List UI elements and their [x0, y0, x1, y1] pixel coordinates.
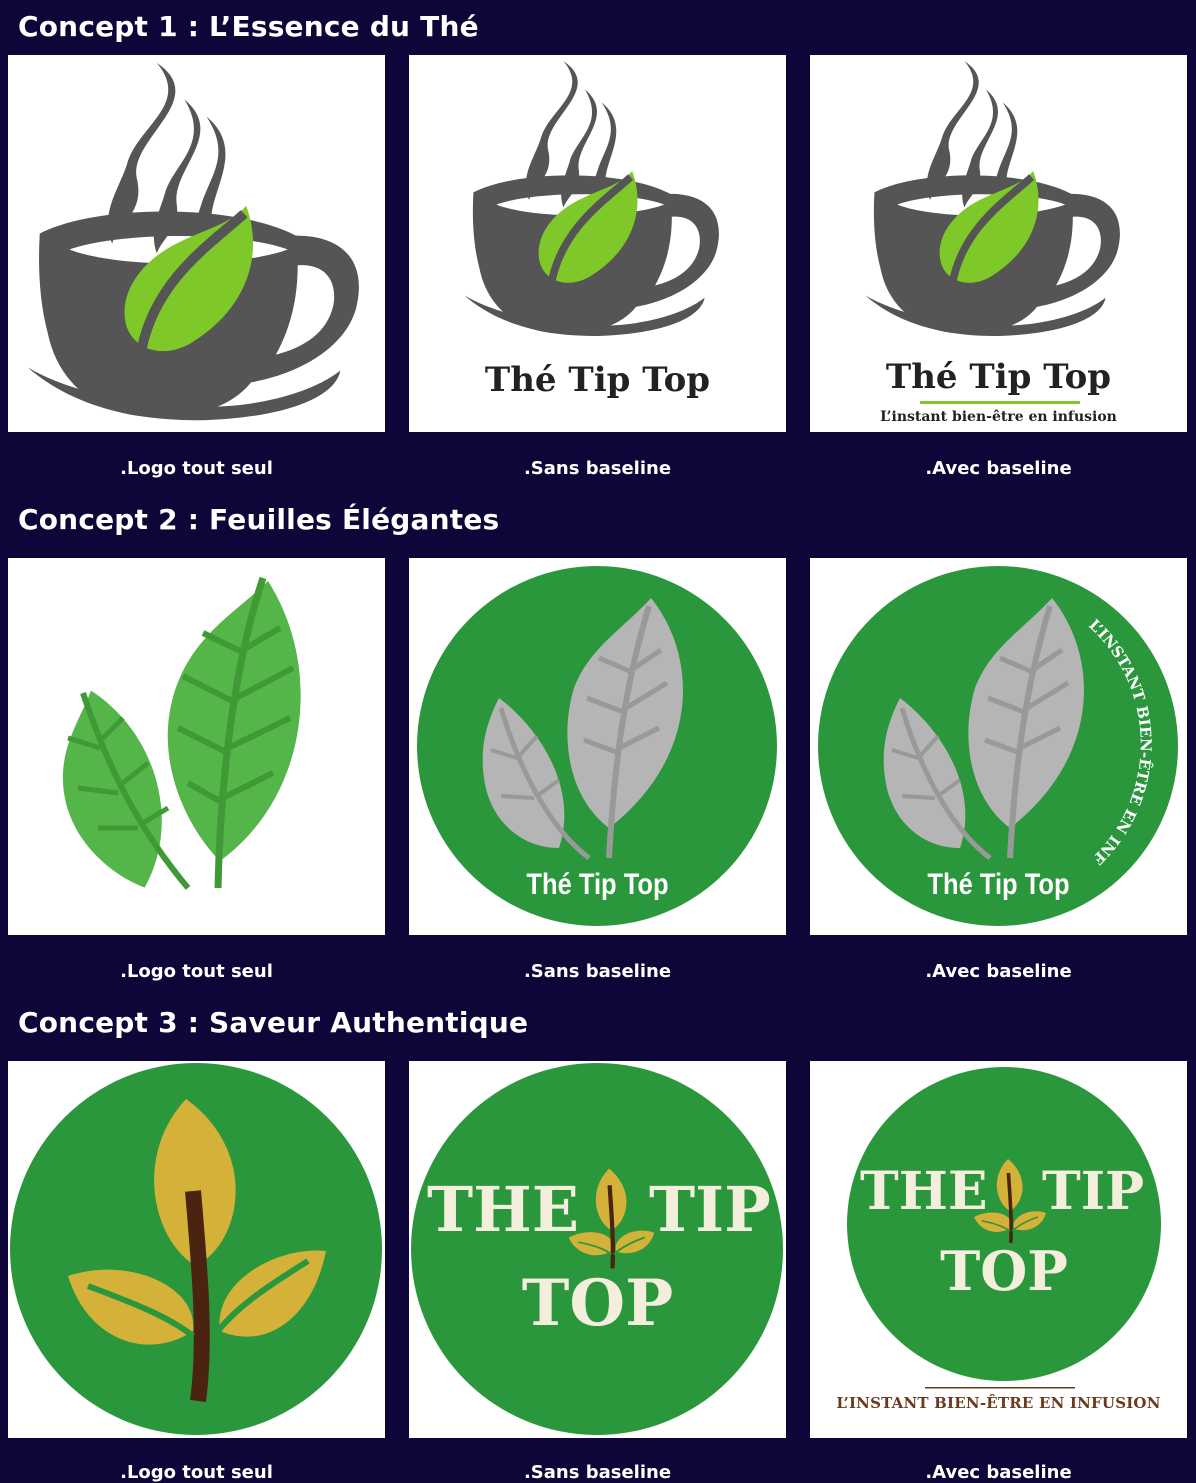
concept-3-logo-only[interactable]	[8, 1061, 385, 1438]
concept-3-wordmark-tip: TIP	[1042, 1161, 1145, 1222]
concept-3-no-baseline[interactable]: THE TIP TOP	[409, 1061, 786, 1438]
caption: .Sans baseline	[523, 458, 672, 479]
concept-1-title: Concept 1 : L’Essence du Thé	[18, 10, 479, 43]
concept-2-wordmark: Thé Tip Top	[927, 868, 1070, 901]
concept-3-wordmark-the: THE	[427, 1173, 579, 1246]
sprout-icon	[10, 1063, 382, 1435]
concept-3-wordmark-top: TOP	[940, 1239, 1068, 1303]
caption: .Sans baseline	[523, 961, 672, 982]
leaf-icon: .g1 path{fill:#54b548;} .g1 .vein{fill:n…	[25, 576, 301, 909]
divider	[925, 1387, 1075, 1389]
caption: .Avec baseline	[925, 1462, 1072, 1483]
concept-2-logo-only[interactable]: .g1 path{fill:#54b548;} .g1 .vein{fill:n…	[8, 558, 385, 935]
concept-3-title: Concept 3 : Saveur Authentique	[18, 1006, 529, 1039]
concept-3-with-baseline[interactable]: THE TIP TOP L’INSTANT BIEN-ÊTRE EN INFUS…	[810, 1061, 1187, 1438]
concept-1-no-baseline[interactable]: Thé Tip Top	[409, 55, 786, 432]
concept-3-wordmark-top: TOP	[521, 1266, 674, 1341]
concept-1-wordmark: Thé Tip Top	[885, 357, 1112, 397]
caption: .Logo tout seul	[120, 458, 273, 479]
concept-1-with-baseline[interactable]: Thé Tip Top L’instant bien-être en infus…	[810, 55, 1187, 432]
divider	[920, 401, 1080, 404]
concept-2-no-baseline[interactable]: Thé Tip Top	[409, 558, 786, 935]
concept-2-with-baseline[interactable]: L’INSTANT BIEN-ÊTRE EN INFUSION Thé Tip …	[810, 558, 1187, 935]
caption: .Avec baseline	[925, 458, 1072, 479]
concept-3-baseline: L’INSTANT BIEN-ÊTRE EN INFUSION	[836, 1394, 1161, 1412]
caption: .Logo tout seul	[120, 961, 273, 982]
concept-3-wordmark-the: THE	[860, 1161, 988, 1222]
caption: .Logo tout seul	[120, 1462, 273, 1483]
concept-1-logo-only[interactable]	[8, 55, 385, 432]
concept-3-wordmark-tip: TIP	[649, 1173, 771, 1246]
concept-2-title: Concept 2 : Feuilles Élégantes	[18, 503, 500, 536]
concept-1-baseline: L’instant bien-être en infusion	[880, 409, 1117, 425]
caption: .Avec baseline	[925, 961, 1072, 982]
concept-2-wordmark: Thé Tip Top	[526, 868, 669, 901]
concept-1-wordmark: Thé Tip Top	[484, 360, 711, 400]
caption: .Sans baseline	[523, 1462, 672, 1483]
tea-cup-icon	[8, 55, 385, 432]
